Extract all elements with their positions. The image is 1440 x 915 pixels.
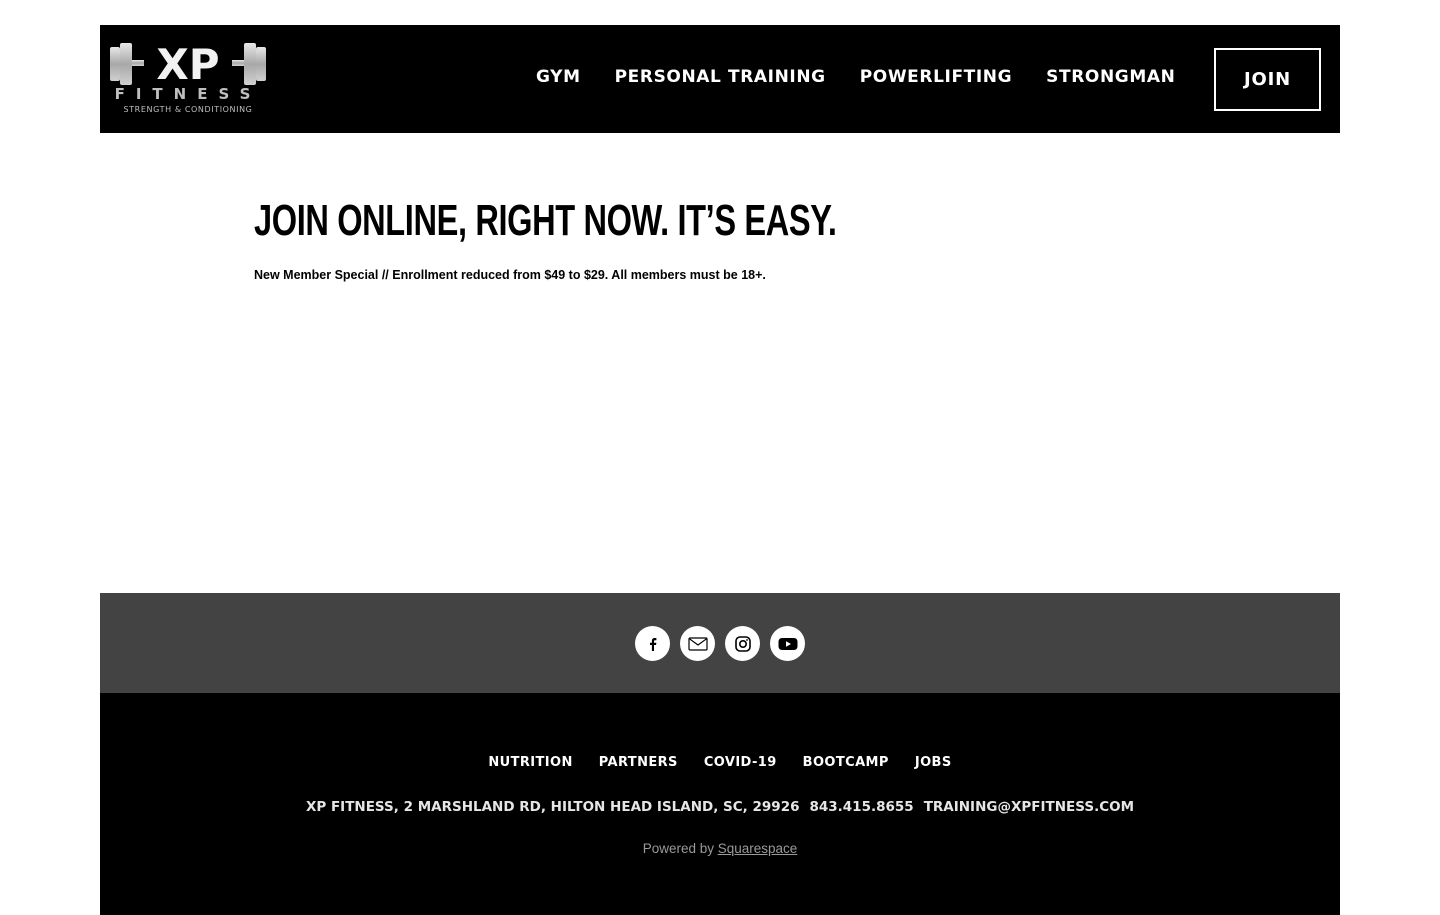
promo-text: New Member Special // Enrollment reduced…: [254, 268, 766, 282]
main-nav: GYM PERSONAL TRAINING POWERLIFTING STRON…: [536, 66, 1175, 88]
logo-tagline: STRENGTH & CONDITIONING: [124, 105, 253, 114]
footer-email-link[interactable]: TRAINING@XPFITNESS.COM: [924, 799, 1134, 815]
footer-contact: XP FITNESS, 2 MARSHLAND RD, HILTON HEAD …: [100, 799, 1340, 815]
powered-by: Powered by Squarespace: [100, 841, 1340, 856]
footer-nav-bootcamp[interactable]: BOOTCAMP: [803, 755, 889, 770]
nav-personal-training[interactable]: PERSONAL TRAINING: [615, 66, 826, 88]
footer-nav: NUTRITION PARTNERS COVID-19 BOOTCAMP JOB…: [100, 755, 1340, 770]
footer-nav-covid-19[interactable]: COVID-19: [704, 755, 777, 770]
footer-phone-link[interactable]: 843.415.8655: [809, 799, 913, 815]
youtube-icon[interactable]: [770, 626, 805, 661]
nav-strongman[interactable]: STRONGMAN: [1046, 66, 1175, 88]
nav-gym[interactable]: GYM: [536, 66, 581, 88]
facebook-icon[interactable]: [635, 626, 670, 661]
main-content: JOIN ONLINE, RIGHT NOW. IT’S EASY. New M…: [100, 133, 1340, 593]
instagram-icon[interactable]: [725, 626, 760, 661]
site-logo[interactable]: XP FITNESS STRENGTH & CONDITIONING: [108, 41, 270, 117]
footer-address: XP FITNESS, 2 MARSHLAND RD, HILTON HEAD …: [305, 799, 800, 815]
powered-prefix: Powered by: [642, 841, 718, 856]
site-footer: NUTRITION PARTNERS COVID-19 BOOTCAMP JOB…: [100, 693, 1340, 915]
join-button[interactable]: JOIN: [1214, 48, 1321, 111]
logo-subtitle: FITNESS: [115, 85, 262, 103]
footer-nav-jobs[interactable]: JOBS: [915, 755, 952, 770]
site-header: XP FITNESS STRENGTH & CONDITIONING GYM P…: [100, 25, 1340, 133]
site-wrapper: XP FITNESS STRENGTH & CONDITIONING GYM P…: [100, 25, 1340, 915]
nav-powerlifting[interactable]: POWERLIFTING: [860, 66, 1012, 88]
footer-nav-nutrition[interactable]: NUTRITION: [488, 755, 572, 770]
social-icons: [635, 626, 805, 661]
dumbbell-logo-icon: XP FITNESS STRENGTH & CONDITIONING: [110, 41, 266, 114]
social-bar: [100, 593, 1340, 693]
squarespace-link[interactable]: Squarespace: [718, 841, 798, 856]
footer-nav-partners[interactable]: PARTNERS: [599, 755, 678, 770]
email-icon[interactable]: [680, 626, 715, 661]
logo-letters: XP: [156, 41, 219, 89]
page-title: JOIN ONLINE, RIGHT NOW. IT’S EASY.: [254, 196, 837, 245]
